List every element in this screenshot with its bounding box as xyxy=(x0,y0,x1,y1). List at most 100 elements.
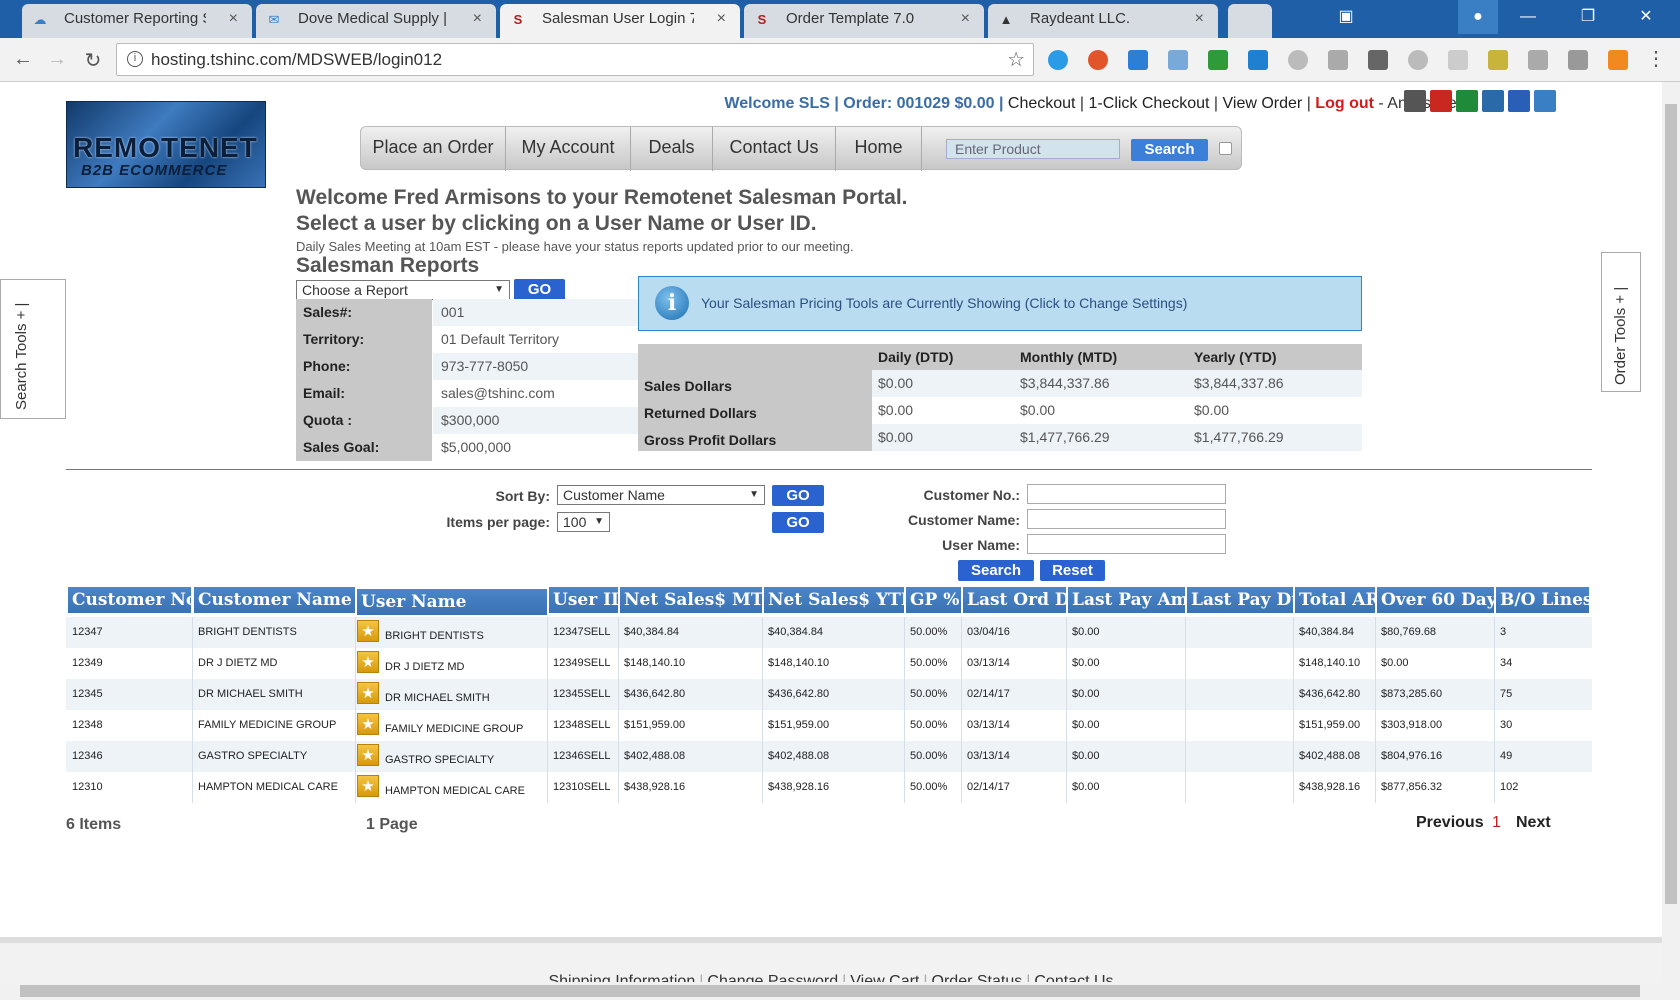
pdf-extension-icon[interactable] xyxy=(1528,50,1548,70)
excel-icon[interactable] xyxy=(1456,90,1478,112)
word-icon[interactable] xyxy=(1508,90,1530,112)
table-cell[interactable]: ★ GASTRO SPECIALTY xyxy=(357,741,547,772)
vertical-scrollbar[interactable] xyxy=(1662,82,1680,1000)
col-header-user-name[interactable]: User Name xyxy=(357,589,547,615)
col-header-bo-lines[interactable]: B/O Lines xyxy=(1496,587,1589,613)
minimize-icon[interactable]: — xyxy=(1508,0,1548,34)
browser-tab[interactable]: ☁ Customer Reporting Syst × xyxy=(22,4,252,38)
col-header-customer-name[interactable]: Customer Name xyxy=(194,587,355,613)
per-page-go-button[interactable]: GO xyxy=(772,512,824,533)
close-tab-icon[interactable]: × xyxy=(473,4,482,34)
pdf-icon[interactable] xyxy=(1430,90,1452,112)
cloud-extension-icon[interactable] xyxy=(1048,50,1068,70)
col-header-user-id[interactable]: User ID xyxy=(549,587,618,613)
nav-my-account[interactable]: My Account xyxy=(506,127,631,171)
table-cell[interactable]: 12346SELL xyxy=(549,741,618,772)
download-extension-icon[interactable] xyxy=(1128,50,1148,70)
nav-home[interactable]: Home xyxy=(836,127,922,171)
user-name-input[interactable] xyxy=(1027,534,1226,554)
favorite-star-icon[interactable]: ★ xyxy=(357,620,379,642)
sort-go-button[interactable]: GO xyxy=(772,485,824,506)
cors-extension-icon[interactable] xyxy=(1208,50,1228,70)
view-order-link[interactable]: View Order xyxy=(1223,95,1303,112)
favorite-star-icon[interactable]: ★ xyxy=(357,744,379,766)
table-row[interactable]: 12345 DR MICHAEL SMITH ★ DR MICHAEL SMITH 12… xyxy=(66,679,1592,710)
restore-icon[interactable]: ❐ xyxy=(1568,0,1608,34)
next-link[interactable]: Next xyxy=(1516,814,1551,832)
customer-search-button[interactable]: Search xyxy=(958,560,1034,581)
col-header-customer-no[interactable]: Customer No. xyxy=(68,587,191,613)
col-header-over-60-days[interactable]: Over 60 Days xyxy=(1377,587,1494,613)
current-page[interactable]: 1 xyxy=(1492,814,1501,832)
close-tab-icon[interactable]: × xyxy=(961,4,970,34)
browser-menu-icon[interactable]: ⋮ xyxy=(1646,46,1666,71)
customer-name-input[interactable] xyxy=(1027,509,1226,529)
col-header-gp[interactable]: GP % xyxy=(906,587,961,613)
favorite-star-icon[interactable]: ★ xyxy=(357,651,379,673)
nav-deals[interactable]: Deals xyxy=(631,127,713,171)
col-header-net-sales-mtd[interactable]: Net Sales$ MTD xyxy=(620,587,762,613)
close-tab-icon[interactable]: × xyxy=(229,4,238,34)
order-tools-tab[interactable]: Order Tools + | xyxy=(1601,252,1641,392)
checkout-link[interactable]: Checkout xyxy=(1008,95,1076,112)
new-tab-button[interactable] xyxy=(1228,4,1272,38)
table-row[interactable]: 12349 DR J DIETZ MD ★ DR J DIETZ MD 12349SEL… xyxy=(66,648,1592,679)
screen-icon[interactable] xyxy=(1482,90,1504,112)
tag-extension-icon[interactable] xyxy=(1448,50,1468,70)
reload-icon[interactable]: ↻ xyxy=(80,48,106,73)
info-icon[interactable]: i xyxy=(127,51,143,67)
pen-extension-icon[interactable] xyxy=(1488,50,1508,70)
remotenet-logo[interactable]: REMOTENET B2B ECOMMERCE xyxy=(66,101,266,188)
col-header-last-pay-amt[interactable]: Last Pay Amt xyxy=(1068,587,1185,613)
user-name-link[interactable]: GASTRO SPECIALTY xyxy=(385,753,494,767)
table-cell[interactable]: 12345SELL xyxy=(549,679,618,710)
ft-extension-icon[interactable] xyxy=(1248,50,1268,70)
customer-reset-button[interactable]: Reset xyxy=(1040,560,1105,581)
table-cell[interactable]: 12348SELL xyxy=(549,710,618,741)
back-icon[interactable]: ← xyxy=(10,48,36,71)
nav-contact-us[interactable]: Contact Us xyxy=(713,127,836,171)
search-tools-tab[interactable]: Search Tools + | xyxy=(0,279,66,419)
table-cell[interactable]: 12349SELL xyxy=(549,648,618,679)
scroll-thumb[interactable] xyxy=(20,985,1640,997)
nav-place-order[interactable]: Place an Order xyxy=(361,127,506,171)
table-cell[interactable]: ★ DR J DIETZ MD xyxy=(357,648,547,679)
cube-extension-icon[interactable] xyxy=(1568,50,1588,70)
bookmark-star-icon[interactable]: ☆ xyxy=(1007,47,1025,72)
user-name-link[interactable]: BRIGHT DENTISTS xyxy=(385,629,484,643)
report-select[interactable]: Choose a Report ▼ xyxy=(296,280,510,300)
col-header-total-ar[interactable]: Total AR xyxy=(1295,587,1375,613)
cast-icon[interactable]: ▣ xyxy=(1326,0,1366,34)
product-search-input[interactable]: Enter Product xyxy=(946,139,1120,159)
check-icon[interactable] xyxy=(1534,90,1556,112)
table-cell[interactable]: ★ BRIGHT DENTISTS xyxy=(357,617,547,648)
logout-link[interactable]: Log out xyxy=(1315,95,1374,112)
chart-extension-icon[interactable] xyxy=(1608,50,1628,70)
scroll-thumb[interactable] xyxy=(1665,104,1677,904)
gear-extension-icon[interactable] xyxy=(1408,50,1428,70)
browser-tab[interactable]: ✉ Dove Medical Supply | R × xyxy=(256,4,496,38)
close-tab-icon[interactable]: × xyxy=(1195,4,1204,34)
flag-extension-icon[interactable] xyxy=(1168,50,1188,70)
per-page-select[interactable]: 100 ▼ xyxy=(557,512,610,532)
favorite-star-icon[interactable]: ★ xyxy=(357,713,379,735)
table-row[interactable]: 12310 HAMPTON MEDICAL CARE ★ HAMPTON MEDICA… xyxy=(66,772,1592,803)
product-search-button[interactable]: Search xyxy=(1131,139,1208,161)
favorite-star-icon[interactable]: ★ xyxy=(357,775,379,797)
table-row[interactable]: 12346 GASTRO SPECIALTY ★ GASTRO SPECIALTY 12… xyxy=(66,741,1592,772)
profile-icon[interactable]: ● xyxy=(1458,0,1498,34)
user-name-link[interactable]: HAMPTON MEDICAL CARE xyxy=(385,784,525,798)
report-go-button[interactable]: GO xyxy=(514,279,565,301)
table-row[interactable]: 12348 FAMILY MEDICINE GROUP ★ FAMILY MEDICI… xyxy=(66,710,1592,741)
magnifier-extension-icon[interactable] xyxy=(1288,50,1308,70)
chrome-extension-icon[interactable] xyxy=(1088,50,1108,70)
square-extension-icon[interactable] xyxy=(1368,50,1388,70)
table-cell[interactable]: ★ HAMPTON MEDICAL CARE xyxy=(357,772,547,803)
url-text[interactable]: hosting.tshinc.com/MDSWEB/login012 xyxy=(151,50,442,70)
browser-tab[interactable]: S Order Template 7.0 × xyxy=(744,4,984,38)
user-name-link[interactable]: DR J DIETZ MD xyxy=(385,660,464,674)
browser-tab[interactable]: ▲ Raydeant LLC. × xyxy=(988,4,1218,38)
table-cell[interactable]: ★ DR MICHAEL SMITH xyxy=(357,679,547,710)
table-cell[interactable]: 12347SELL xyxy=(549,617,618,648)
table-row[interactable]: 12347 BRIGHT DENTISTS ★ BRIGHT DENTISTS 1234… xyxy=(66,617,1592,648)
